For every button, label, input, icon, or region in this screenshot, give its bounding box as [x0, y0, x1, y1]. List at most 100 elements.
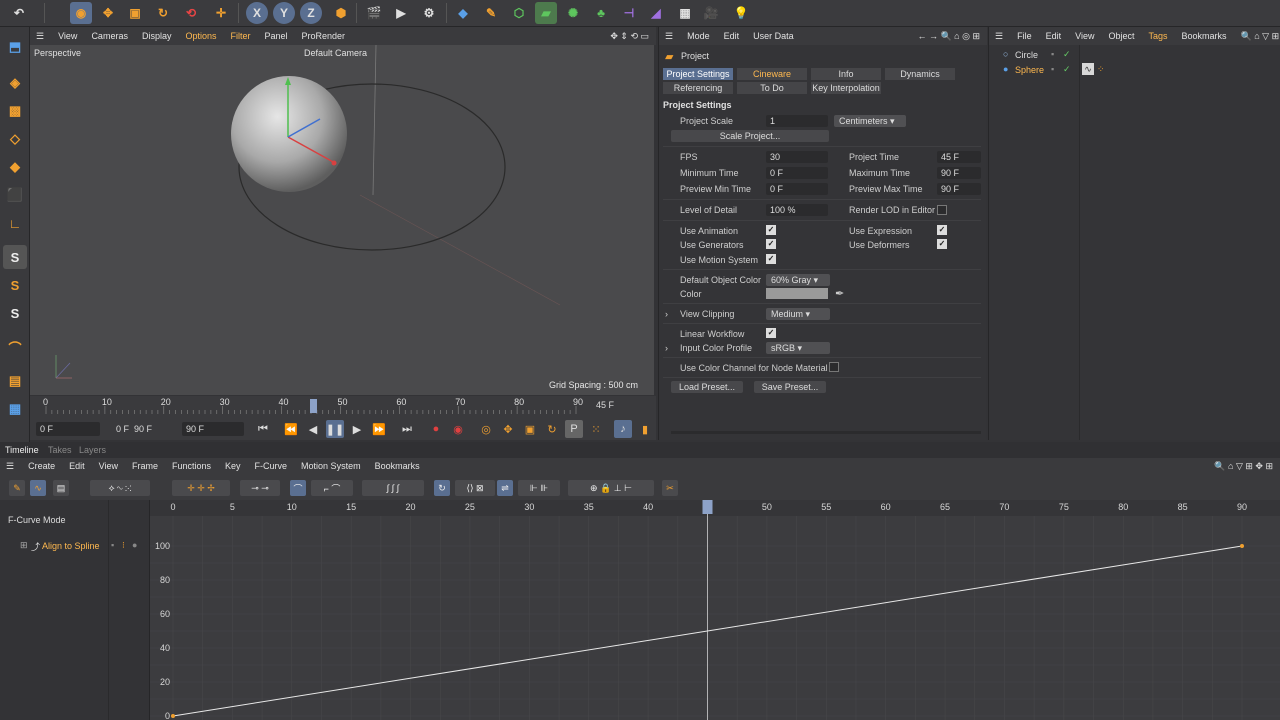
tab-info[interactable]: Info [811, 68, 881, 80]
track-solo-icon[interactable]: ● [132, 540, 137, 550]
key-mode-icon[interactable]: ✎ [9, 480, 25, 496]
timeline-ruler[interactable]: 0 10 20 30 40 50 60 70 80 90 45 F [30, 396, 656, 418]
floor-icon[interactable]: ▦ [674, 2, 696, 24]
lod-field[interactable]: 100 % [766, 204, 828, 216]
min-frame-field[interactable]: 0 F 90 F [112, 422, 168, 436]
hamburger-icon[interactable]: ☰ [659, 31, 680, 42]
lock-icons[interactable]: ⊕ 🔒 ⊥ ⊢ [568, 480, 654, 496]
menu-bookmarks[interactable]: Bookmarks [1175, 31, 1234, 41]
snap-icon[interactable]: S [3, 245, 27, 269]
hamburger-icon[interactable]: ☰ [989, 31, 1010, 42]
align-to-spline-tag-icon[interactable]: ∿ [1082, 63, 1094, 75]
menu-user-data[interactable]: User Data [746, 31, 801, 41]
use-animation-checkbox[interactable]: ✓ [766, 225, 776, 235]
track-align-to-spline[interactable]: ⊞ ⤴ Align to Spline ▪ ⁝ ● [0, 540, 150, 554]
snap-settings-icon[interactable]: S [3, 273, 27, 297]
texture-mode-icon[interactable]: ▩ [3, 99, 27, 123]
timeline-window-icon[interactable]: ▮ [636, 420, 654, 438]
y-axis-button[interactable]: Y [273, 2, 295, 24]
scale-icon[interactable]: ▣ [124, 2, 146, 24]
hamburger-icon[interactable]: ☰ [0, 461, 21, 472]
next-frame-icon[interactable]: ▶ [348, 420, 366, 438]
expand-arrow-icon[interactable]: › [665, 343, 668, 353]
tab-project-settings[interactable]: Project Settings [663, 68, 733, 80]
menu-cameras[interactable]: Cameras [84, 31, 135, 41]
grid-icon[interactable]: ▦ [3, 397, 27, 421]
default-color-dropdown[interactable]: 60% Gray ▾ [766, 274, 830, 286]
undo-icon[interactable]: ↶ [8, 2, 30, 24]
object-row-sphere[interactable]: ● Sphere ▪ ✓ ∿ ⁘ [989, 63, 1280, 77]
menu-mode[interactable]: Mode [680, 31, 717, 41]
enabled-check-icon[interactable]: ✓ [1063, 49, 1071, 60]
coordinate-system-icon[interactable]: ⬢ [330, 2, 352, 24]
go-to-start-icon[interactable]: ⏮ [254, 420, 272, 438]
pen-icon[interactable]: ✎ [480, 2, 502, 24]
tab-referencing[interactable]: Referencing [663, 82, 733, 94]
key-rotation-icon[interactable]: ↻ [543, 420, 561, 438]
live-selection-icon[interactable]: ◉ [70, 2, 92, 24]
object-row-circle[interactable]: ○ Circle ▪ ✓ [989, 48, 1280, 62]
tab-dynamics[interactable]: Dynamics [885, 68, 955, 80]
break-tangent-icons[interactable]: ⟨⟩ ⊠ [455, 480, 495, 496]
menu-prorender[interactable]: ProRender [295, 31, 353, 41]
menu-panel[interactable]: Panel [258, 31, 295, 41]
tab-takes[interactable]: Takes [48, 445, 72, 455]
workplane-icon[interactable]: ▤ [3, 369, 27, 393]
array-icon[interactable]: ✺ [562, 2, 584, 24]
save-preset-button[interactable]: Save Preset... [754, 381, 826, 393]
3d-viewport[interactable]: Perspective Default Camera Grid Spacing … [30, 45, 654, 395]
tab-timeline[interactable]: Timeline [5, 445, 39, 455]
menu-view[interactable]: View [92, 461, 125, 471]
menu-bookmarks[interactable]: Bookmarks [368, 461, 427, 471]
expand-arrow-icon[interactable]: › [665, 309, 668, 319]
menu-edit[interactable]: Edit [717, 31, 747, 41]
visibility-icon[interactable]: ▪ [1051, 64, 1054, 74]
preview-min-field[interactable]: 0 F [766, 183, 828, 195]
pause-icon[interactable]: ❚❚ [326, 420, 344, 438]
make-editable-icon[interactable]: ⬒ [3, 35, 27, 59]
max-time-field[interactable]: 90 F [937, 167, 981, 179]
project-scale-unit-dropdown[interactable]: Centimeters ▾ [834, 115, 906, 127]
tab-cineware[interactable]: Cineware [737, 68, 807, 80]
add-key-icons[interactable]: ✛ ✛ ✢ [172, 480, 230, 496]
menu-functions[interactable]: Functions [165, 461, 218, 471]
prev-key-icon[interactable]: ⏪ [282, 420, 300, 438]
ease-icons[interactable]: ∫ ∫ ∫ [362, 480, 424, 496]
menu-motion-system[interactable]: Motion System [294, 461, 368, 471]
render-icon[interactable]: ▶ [390, 2, 412, 24]
linear-step-icons[interactable]: ⌐ ⌒ [311, 480, 353, 496]
menu-file[interactable]: File [1010, 31, 1039, 41]
light-icon[interactable]: 💡 [730, 2, 752, 24]
horizontal-scrollbar[interactable] [671, 431, 981, 434]
magnet-icon[interactable]: ⌒ [3, 335, 27, 359]
attribute-nav-icons[interactable]: ← → 🔍 ⌂ ◎ ⊞ [910, 31, 987, 42]
load-preset-button[interactable]: Load Preset... [671, 381, 743, 393]
menu-frame[interactable]: Frame [125, 461, 165, 471]
menu-edit[interactable]: Edit [62, 461, 92, 471]
tool-icon[interactable]: ✂ [662, 480, 678, 496]
visibility-icon[interactable]: ▪ [1051, 49, 1054, 59]
cloner-icon[interactable]: ♣ [590, 2, 612, 24]
spline-icon[interactable]: ◢ [645, 2, 667, 24]
add-icon[interactable]: ✛ [210, 2, 232, 24]
model-mode-icon[interactable]: ◈ [3, 71, 27, 95]
tab-key-interpolation[interactable]: Key Interpolation [811, 82, 881, 94]
menu-tags[interactable]: Tags [1141, 31, 1174, 41]
use-deformers-checkbox[interactable]: ✓ [937, 239, 947, 249]
start-frame-field[interactable]: 0 F [36, 422, 100, 436]
rotate-icon[interactable]: ↻ [152, 2, 174, 24]
menu-display[interactable]: Display [135, 31, 179, 41]
extrude-icon[interactable]: ▰ [535, 2, 557, 24]
key-pla-icon[interactable]: ⁙ [587, 420, 605, 438]
material-tag-icon[interactable]: ⁘ [1097, 64, 1105, 75]
project-time-field[interactable]: 45 F [937, 151, 981, 163]
prev-frame-icon[interactable]: ◀ [304, 420, 322, 438]
dope-sheet-icon[interactable]: ▤ [53, 480, 69, 496]
menu-view[interactable]: View [1068, 31, 1101, 41]
zero-tangent-icons[interactable]: ⊸ ⊸ [240, 480, 280, 496]
edges-mode-icon[interactable]: ◆ [3, 155, 27, 179]
tangent-icon[interactable]: ↻ [434, 480, 450, 496]
view-clipping-dropdown[interactable]: Medium ▾ [766, 308, 830, 320]
preview-max-field[interactable]: 90 F [937, 183, 981, 195]
autokey-icon[interactable]: ◉ [449, 420, 467, 438]
